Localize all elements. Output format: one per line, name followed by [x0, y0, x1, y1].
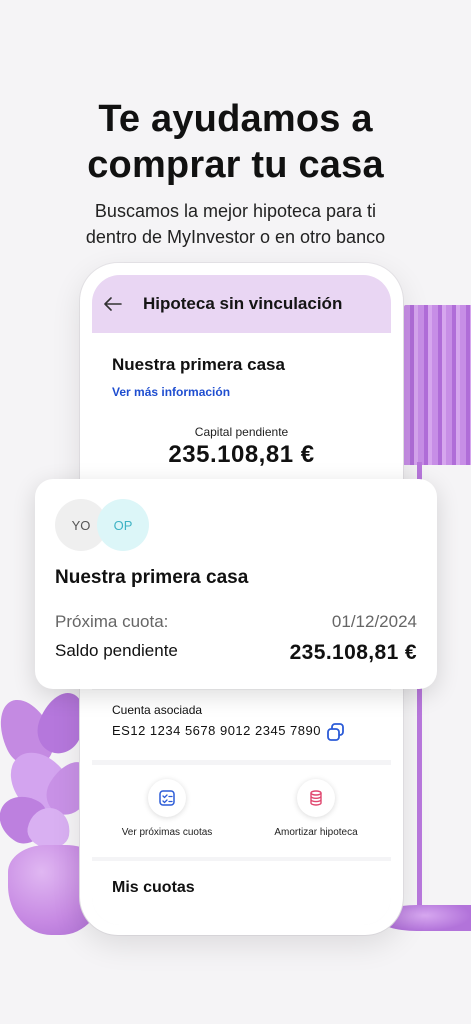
hero-title: Te ayudamos a comprar tu casa: [0, 96, 471, 188]
my-payments-section: Mis cuotas: [92, 861, 391, 925]
arrow-left-icon[interactable]: [104, 291, 132, 317]
actions-row: Ver próximas cuotas Amortizar hipoteca: [92, 765, 391, 857]
associated-account: Cuenta asociada ES12 1234 5678 9012 2345…: [92, 690, 391, 760]
amortize-mortgage-label: Amortizar hipoteca: [274, 827, 358, 838]
upcoming-payments-button[interactable]: Ver próximas cuotas: [92, 779, 242, 838]
hero-subtitle: Buscamos la mejor hipoteca para ti dentr…: [0, 198, 471, 250]
hero-subtitle-line2: dentro de MyInvestor o en otro banco: [85, 227, 386, 247]
mortgage-card[interactable]: YO OP Nuestra primera casa Próxima cuota…: [35, 479, 437, 689]
copy-icon[interactable]: [326, 722, 346, 742]
mortgage-name: Nuestra primera casa: [112, 355, 285, 374]
balance-row: Saldo pendiente 235.108,81 €: [55, 641, 417, 665]
checklist-icon: [148, 779, 186, 817]
hero-title-line1: Te ayudamos a: [98, 98, 373, 140]
card-title: Nuestra primera casa: [55, 567, 249, 588]
upcoming-payments-label: Ver próximas cuotas: [121, 827, 213, 838]
more-info-link[interactable]: Ver más información: [112, 385, 230, 399]
hero-subtitle-line1: Buscamos la mejor hipoteca para ti: [94, 201, 377, 221]
my-payments-title: Mis cuotas: [112, 879, 195, 896]
app-title: Hipoteca sin vinculación: [143, 294, 343, 313]
balance-label: Saldo pendiente: [55, 641, 178, 660]
capital-label: Capital pendiente: [194, 425, 289, 439]
hero-title-line2: comprar tu casa: [87, 144, 384, 186]
capital-value: 235.108,81 €: [168, 441, 315, 468]
next-payment-row: Próxima cuota: 01/12/2024: [55, 612, 417, 632]
account-label: Cuenta asociada: [112, 703, 203, 717]
app-header: Hipoteca sin vinculación: [92, 275, 391, 333]
mortgage-summary: Nuestra primera casa Ver más información…: [92, 333, 391, 483]
next-payment-label: Próxima cuota:: [55, 612, 169, 631]
next-payment-date: 01/12/2024: [331, 612, 417, 631]
amortize-mortgage-button[interactable]: Amortizar hipoteca: [241, 779, 391, 838]
avatar-op: OP: [97, 499, 149, 551]
lamp-shade-decoration: [404, 305, 471, 465]
balance-value: 235.108,81 €: [289, 641, 417, 664]
account-iban: ES12 1234 5678 9012 2345 7890: [112, 723, 321, 738]
coins-icon: [297, 779, 335, 817]
